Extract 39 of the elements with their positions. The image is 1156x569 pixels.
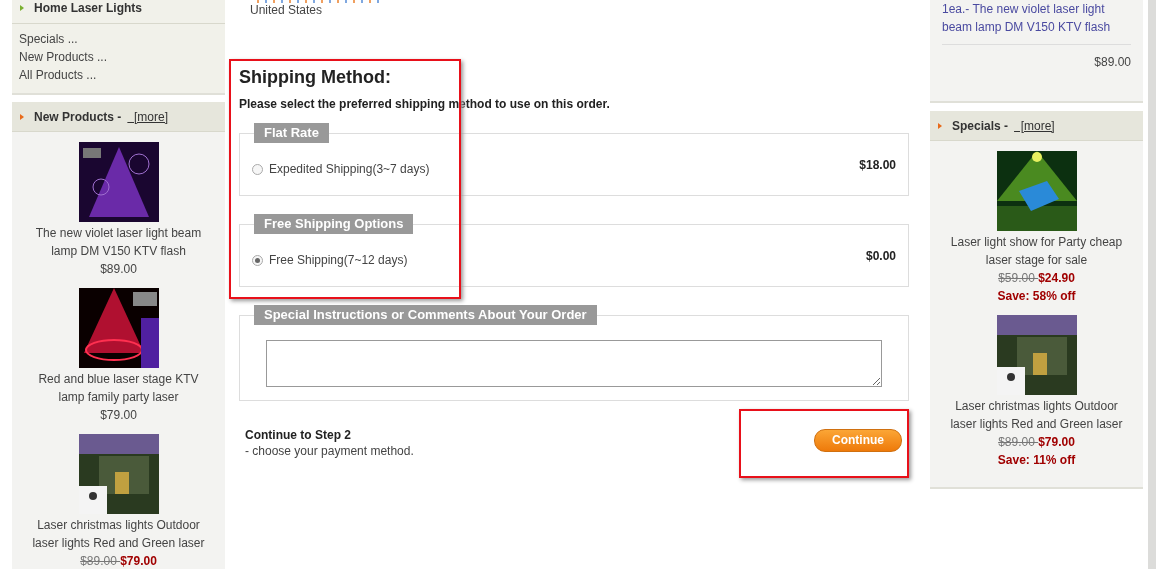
step-description: - choose your payment method. [245, 444, 414, 458]
old-price: $59.00 [998, 271, 1036, 285]
option-label: Free Shipping(7~12 days) [269, 253, 408, 267]
shipping-price: $18.00 [859, 158, 896, 172]
old-price: $89.00 [80, 554, 118, 568]
section-title: Shipping Method: [239, 67, 392, 88]
cart-total: $89.00 [1093, 54, 1131, 71]
product-price: $79.00 [100, 407, 137, 424]
more-link[interactable]: [more] [127, 109, 169, 124]
sidebar-link[interactable]: New Products ... [19, 48, 218, 66]
cart-item-link[interactable]: 1ea.- The new violet laser light beam lamp DM V150 KTV flash [942, 0, 1131, 45]
more-link[interactable]: [more] [1014, 118, 1055, 133]
sidebar-link[interactable]: Specials ... [19, 30, 218, 48]
comments-field[interactable] [266, 340, 882, 387]
radio-button[interactable] [252, 163, 263, 175]
sale-price: $79.00 [1038, 435, 1075, 449]
sale-price: $79.00 [120, 554, 157, 568]
product-link[interactable]: Red and blue laser stage KTV lamp family party laser [30, 370, 207, 406]
product-link[interactable]: The new violet laser light beam lamp DM V150 KTV flash [30, 224, 207, 260]
product-link[interactable]: Laser christmas lights Outdoor laser lights Red and Green laser [948, 397, 1125, 433]
fieldset-legend: Special Instructions or Comments About Your Order [254, 305, 597, 325]
sale-price: $24.90 [1038, 271, 1075, 285]
sidebar-link[interactable]: All Products ... [19, 66, 218, 84]
product-price: $89.00 [100, 261, 137, 278]
fieldset-legend: Free Shipping Options [254, 214, 414, 234]
shipping-price: $0.00 [865, 249, 896, 263]
fieldset-legend: Flat Rate [254, 123, 329, 143]
radio-button[interactable] [252, 254, 263, 266]
savings-label: Save: 11% off [997, 452, 1076, 469]
product-link[interactable]: Laser christmas lights Outdoor laser lights Red and Green laser [30, 516, 207, 552]
address-country: United States [250, 3, 324, 17]
old-price: $89.00 [998, 435, 1036, 449]
box-title: Specials - [952, 118, 1009, 133]
savings-label: Save: 58% off [997, 288, 1076, 305]
box-title: New Products - [34, 109, 122, 124]
option-label: Expedited Shipping(3~7 days) [269, 162, 430, 176]
product-link[interactable]: Laser light show for Party cheap laser stage for sale [948, 233, 1125, 269]
sidebar-title: Home Laser Lights [34, 1, 143, 15]
step-title: Continue to Step 2 [245, 428, 352, 442]
